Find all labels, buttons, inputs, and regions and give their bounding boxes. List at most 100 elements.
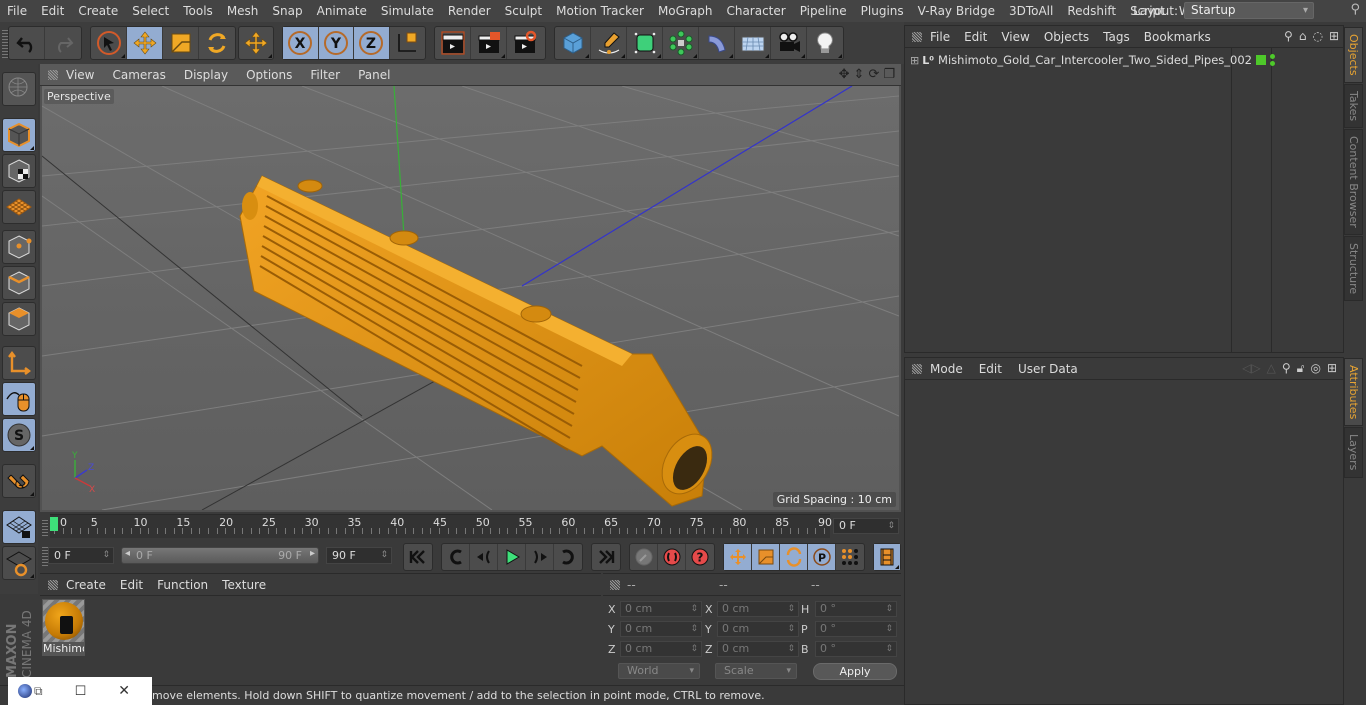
viewport-menu-display[interactable]: Display xyxy=(184,68,228,82)
back-arrow-icon[interactable]: ◁▷ xyxy=(1242,361,1260,376)
maximize-icon[interactable]: ☐ xyxy=(75,684,87,699)
point-level-key-button[interactable] xyxy=(836,544,864,570)
menu-sculpt[interactable]: Sculpt xyxy=(498,4,549,18)
axis-mode-button[interactable] xyxy=(2,346,36,380)
tab-attributes[interactable]: Attributes xyxy=(1344,358,1363,427)
record-keys-button[interactable] xyxy=(630,544,658,570)
subdivision-surface-button[interactable] xyxy=(627,27,663,59)
light-button[interactable] xyxy=(807,27,843,59)
panel-grip[interactable] xyxy=(610,579,620,590)
material-menu-create[interactable]: Create xyxy=(66,578,106,592)
playhead[interactable] xyxy=(50,517,58,531)
viewport-menu-cameras[interactable]: Cameras xyxy=(112,68,165,82)
workplane-lock-button[interactable] xyxy=(2,510,36,544)
scale-tool-button[interactable] xyxy=(163,27,199,59)
position-field[interactable]: 0 cm xyxy=(620,641,702,657)
transform-mode-dropdown[interactable]: Scale xyxy=(715,663,797,679)
panel-grip[interactable] xyxy=(48,69,58,80)
menu-snap[interactable]: Snap xyxy=(265,4,309,18)
keyframe-selection-button[interactable]: ? xyxy=(686,544,714,570)
up-arrow-icon[interactable]: △ xyxy=(1267,361,1276,376)
workplane-mode-button[interactable] xyxy=(2,190,36,224)
points-mode-button[interactable] xyxy=(2,230,36,264)
rotation-field[interactable]: 0 ° xyxy=(815,641,897,657)
timeline-ruler[interactable]: 0 5 10 15 20 25 30 35 40 45 50 55 60 65 70 75 80 85 90 xyxy=(50,514,832,538)
size-field[interactable]: 0 cm xyxy=(717,621,799,637)
material-menu-edit[interactable]: Edit xyxy=(120,578,143,592)
edges-mode-button[interactable] xyxy=(2,266,36,300)
size-field[interactable]: 0 cm xyxy=(717,641,799,657)
model-mode-button[interactable] xyxy=(2,118,36,152)
position-key-button[interactable] xyxy=(724,544,752,570)
home-icon[interactable]: ⌂ xyxy=(1299,29,1307,43)
menu-edit[interactable]: Edit xyxy=(34,4,71,18)
solo-mode-button[interactable]: S xyxy=(2,418,36,452)
layout-dropdown[interactable]: Startup xyxy=(1184,2,1314,19)
goto-end-button[interactable] xyxy=(592,544,620,570)
render-view-button[interactable] xyxy=(435,27,471,59)
start-frame-field[interactable]: 0 F xyxy=(48,547,114,564)
menu-select[interactable]: Select xyxy=(125,4,176,18)
undo-button[interactable] xyxy=(9,27,45,59)
layer-color-swatch[interactable] xyxy=(1256,55,1267,65)
menu-character[interactable]: Character xyxy=(719,4,792,18)
tab-structure[interactable]: Structure xyxy=(1344,235,1363,301)
rotation-key-button[interactable] xyxy=(780,544,808,570)
x-axis-lock-button[interactable]: X xyxy=(283,27,319,59)
move-tool-button[interactable] xyxy=(127,27,163,59)
menu-render[interactable]: Render xyxy=(441,4,498,18)
tab-content-browser[interactable]: Content Browser xyxy=(1344,128,1363,235)
attributes-menu-edit[interactable]: Edit xyxy=(979,362,1002,376)
tab-layers[interactable]: Layers xyxy=(1344,427,1363,478)
floor-button[interactable] xyxy=(735,27,771,59)
next-frame-button[interactable] xyxy=(526,544,554,570)
eye-icon[interactable]: ◌ xyxy=(1312,29,1322,43)
frame-range-slider[interactable]: ◂ 0 F 90 F ▸ xyxy=(121,547,319,564)
workplane-sync-button[interactable] xyxy=(2,546,36,580)
prev-frame-button[interactable] xyxy=(470,544,498,570)
expand-icon[interactable]: ⊞ xyxy=(910,54,919,67)
menu-create[interactable]: Create xyxy=(71,4,125,18)
menu-animate[interactable]: Animate xyxy=(310,4,374,18)
end-frame-field[interactable]: 90 F xyxy=(326,547,392,564)
attributes-menu-user-data[interactable]: User Data xyxy=(1018,362,1078,376)
object-menu-bookmarks[interactable]: Bookmarks xyxy=(1144,30,1211,44)
scale-key-button[interactable] xyxy=(752,544,780,570)
object-name[interactable]: Mishimoto_Gold_Car_Intercooler_Two_Sided… xyxy=(938,53,1256,67)
menu-motion-tracker[interactable]: Motion Tracker xyxy=(549,4,651,18)
object-menu-view[interactable]: View xyxy=(1001,30,1029,44)
z-axis-lock-button[interactable]: Z xyxy=(354,27,390,59)
autokey-button[interactable] xyxy=(658,544,686,570)
material-menu-function[interactable]: Function xyxy=(157,578,208,592)
coordinate-space-dropdown[interactable]: World xyxy=(618,663,700,679)
position-field[interactable]: 0 cm xyxy=(620,621,702,637)
viewport-menu-filter[interactable]: Filter xyxy=(310,68,340,82)
object-menu-file[interactable]: File xyxy=(930,30,950,44)
menu-pipeline[interactable]: Pipeline xyxy=(793,4,854,18)
tweak-mode-button[interactable] xyxy=(2,382,36,416)
size-field[interactable]: 0 cm xyxy=(717,601,799,617)
y-axis-lock-button[interactable]: Y xyxy=(318,27,354,59)
menu-tools[interactable]: Tools xyxy=(176,4,220,18)
rotation-field[interactable]: 0 ° xyxy=(815,601,897,617)
lock-icon[interactable]: 🔓︎ xyxy=(1297,361,1305,376)
dolly-icon[interactable]: ⇕ xyxy=(854,67,865,82)
menu-v-ray-bridge[interactable]: V-Ray Bridge xyxy=(911,4,1002,18)
deformer-button[interactable] xyxy=(699,27,735,59)
menu-plugins[interactable]: Plugins xyxy=(854,4,911,18)
attributes-menu-mode[interactable]: Mode xyxy=(930,362,963,376)
menu-3dtoall[interactable]: 3DToAll xyxy=(1002,4,1060,18)
panel-grip[interactable] xyxy=(912,363,922,374)
search-icon[interactable]: ⚲ xyxy=(1284,29,1293,43)
viewport-menu-view[interactable]: View xyxy=(66,68,94,82)
camera-button[interactable] xyxy=(771,27,807,59)
pen-spline-button[interactable] xyxy=(591,27,627,59)
restore-icon[interactable]: ⧉ xyxy=(34,684,43,699)
select-tool-button[interactable] xyxy=(91,27,127,59)
panel-grip[interactable] xyxy=(48,579,58,590)
panel-grip[interactable] xyxy=(912,31,922,42)
camera-label[interactable]: Perspective xyxy=(44,89,114,104)
position-field[interactable]: 0 cm xyxy=(620,601,702,617)
menu-mesh[interactable]: Mesh xyxy=(220,4,266,18)
object-menu-objects[interactable]: Objects xyxy=(1044,30,1089,44)
